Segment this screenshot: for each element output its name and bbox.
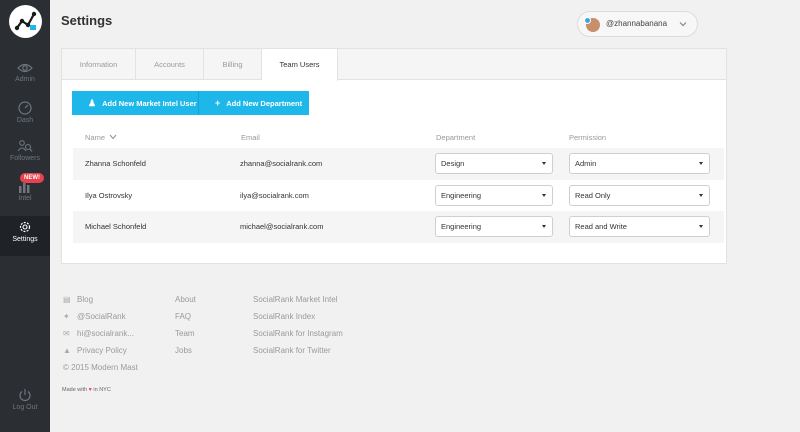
blog-icon: ▤: [63, 295, 71, 304]
bar-chart-icon: [19, 183, 30, 193]
footer-link-about[interactable]: About: [175, 295, 196, 304]
made-with-love: Made with ♥ in NYC: [62, 387, 111, 393]
permission-select[interactable]: Read and Write: [569, 216, 710, 237]
sidebar-item-label: Settings: [12, 236, 38, 243]
username: @zhannabanana: [606, 19, 668, 28]
avatar: [584, 17, 600, 32]
table-row: Zhanna Schonfeld zhanna@socialrank.com D…: [73, 148, 724, 180]
settings-tabs: Information Accounts Billing Team Users: [62, 49, 726, 81]
footer-link-market-intel[interactable]: SocialRank Market Intel: [253, 295, 337, 304]
footer-link-twitter-handle[interactable]: @SocialRank: [77, 312, 126, 321]
eye-icon: [17, 63, 33, 73]
user-email: ilya@socialrank.com: [240, 191, 309, 200]
caret-down-icon: [542, 194, 546, 197]
gear-icon: [19, 221, 31, 233]
footer-link-team[interactable]: Team: [175, 329, 195, 338]
gauge-icon: [18, 101, 32, 115]
table-row: Ilya Ostrovsky ilya@socialrank.com Engin…: [73, 180, 724, 212]
footer-link-twitter[interactable]: SocialRank for Twitter: [253, 346, 331, 355]
logo-graph-icon: [14, 11, 37, 31]
tab-accounts[interactable]: Accounts: [136, 49, 204, 80]
caret-down-icon: [699, 225, 703, 228]
sidebar-item-followers[interactable]: Followers: [0, 139, 50, 177]
footer-link-privacy[interactable]: Privacy Policy: [77, 346, 127, 355]
sidebar-item-admin[interactable]: Admin: [0, 62, 50, 100]
plus-icon: +: [215, 98, 221, 108]
user-email: michael@socialrank.com: [240, 222, 324, 231]
mail-icon: ✉: [63, 329, 70, 338]
column-header-name[interactable]: Name: [85, 133, 117, 142]
table-row: Michael Schonfeld michael@socialrank.com…: [73, 211, 724, 243]
logout-label: Log Out: [12, 404, 38, 411]
user-name: Ilya Ostrovsky: [85, 191, 133, 200]
footer-link-blog[interactable]: Blog: [77, 295, 93, 304]
logout-button[interactable]: Log Out: [0, 388, 50, 426]
department-select[interactable]: Design: [435, 153, 553, 174]
sort-chevron-icon: [109, 134, 117, 140]
chevron-down-icon: [679, 22, 687, 27]
sidebar-item-settings[interactable]: Settings: [0, 216, 50, 256]
sidebar-item-label: Followers: [10, 155, 40, 162]
column-header-permission: Permission: [569, 133, 607, 142]
tab-billing[interactable]: Billing: [204, 49, 262, 80]
user-menu[interactable]: @zhannabanana: [577, 11, 698, 37]
add-department-button[interactable]: + Add New Department: [198, 91, 309, 115]
user-email: zhanna@socialrank.com: [240, 159, 323, 168]
copyright-text: © 2015 Modern Mast: [63, 363, 138, 372]
tab-information[interactable]: Information: [62, 49, 136, 80]
sidebar-item-label: Dash: [16, 117, 34, 124]
user-name: Michael Schonfeld: [85, 222, 147, 231]
column-header-email: Email: [241, 133, 260, 142]
heart-icon: ♥: [88, 387, 92, 393]
sidebar: Admin Dash Followers NEW! Intel Settings…: [0, 0, 50, 432]
user-icon: ♟: [88, 98, 97, 108]
user-name: Zhanna Schonfeld: [85, 159, 146, 168]
app-logo[interactable]: [9, 5, 42, 38]
footer-link-index[interactable]: SocialRank Index: [253, 312, 315, 321]
sidebar-item-label: Admin: [15, 76, 35, 83]
add-market-intel-user-button[interactable]: ♟ Add New Market Intel User: [72, 91, 198, 115]
column-header-department: Department: [436, 133, 476, 142]
department-select[interactable]: Engineering: [435, 185, 553, 206]
sidebar-item-dash[interactable]: Dash: [0, 101, 50, 139]
department-select[interactable]: Engineering: [435, 216, 553, 237]
verified-badge-icon: [584, 17, 591, 24]
footer-link-instagram[interactable]: SocialRank for Instagram: [253, 329, 343, 338]
power-icon: [19, 389, 31, 402]
tab-team-users[interactable]: Team Users: [262, 49, 338, 81]
caret-down-icon: [699, 162, 703, 165]
permission-select[interactable]: Admin: [569, 153, 710, 174]
caret-down-icon: [699, 194, 703, 197]
footer-link-faq[interactable]: FAQ: [175, 312, 191, 321]
page-title: Settings: [61, 13, 113, 28]
sidebar-item-label: Intel: [18, 195, 32, 202]
footer-link-email[interactable]: hi@socialrank...: [77, 329, 134, 338]
caret-down-icon: [542, 162, 546, 165]
permission-select[interactable]: Read Only: [569, 185, 710, 206]
caret-down-icon: [542, 225, 546, 228]
team-users-panel: Information Accounts Billing Team Users …: [61, 48, 727, 264]
sidebar-item-intel[interactable]: Intel: [0, 181, 50, 219]
twitter-icon: ✦: [63, 312, 70, 321]
footer-link-jobs[interactable]: Jobs: [175, 346, 192, 355]
lock-icon: ▲: [63, 346, 71, 355]
people-search-icon: [17, 140, 33, 152]
